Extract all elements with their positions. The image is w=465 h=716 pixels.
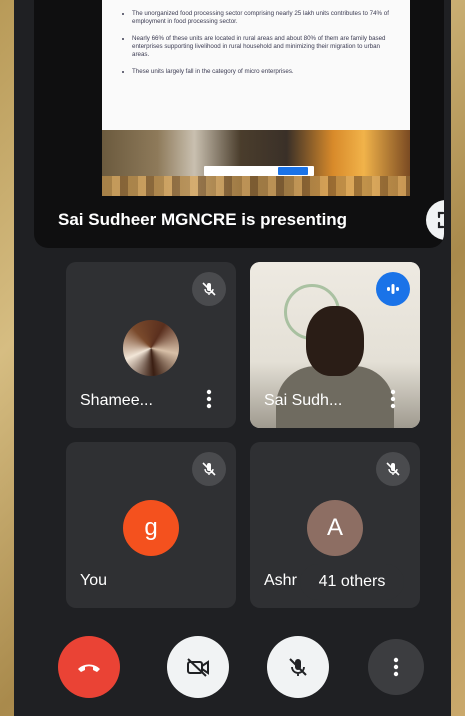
others-count-pill[interactable]: 41 others: [300, 564, 404, 600]
avatar-initial: A: [326, 514, 343, 541]
end-call-button[interactable]: [58, 636, 120, 698]
participant-tile[interactable]: g You: [66, 442, 236, 608]
mic-off-icon: [202, 462, 216, 476]
more-options-button[interactable]: [204, 388, 214, 410]
more-options-button[interactable]: [368, 639, 424, 695]
mic-off-icon: [386, 462, 400, 476]
slide-photo-band: [102, 176, 410, 196]
participant-name: Sai Sudh...: [264, 392, 343, 409]
slide-bullet-list: The unorganized food processing sector c…: [102, 10, 410, 76]
fullscreen-button[interactable]: [426, 200, 444, 240]
participant-name: Ashr: [264, 572, 297, 589]
participant-tile[interactable]: Shamee...: [66, 262, 236, 428]
presentation-slide: The unorganized food processing sector c…: [102, 0, 410, 196]
slide-bullet: The unorganized food processing sector c…: [132, 10, 396, 26]
avatar: [123, 320, 179, 376]
participant-name: Shamee...: [80, 392, 153, 409]
more-options-button[interactable]: [388, 388, 398, 410]
avatar: g: [123, 500, 179, 556]
more-vert-icon: [393, 657, 399, 677]
hang-up-icon: [78, 664, 100, 672]
avatar-initial: g: [144, 514, 158, 541]
participant-name: You: [80, 572, 107, 589]
slide-bullet: These units largely fall in the category…: [132, 68, 396, 76]
speaking-indicator: [376, 272, 410, 306]
slide-embedded-button: [278, 167, 308, 175]
presenting-label: Sai Sudheer MGNCRE is presenting: [58, 210, 348, 229]
video-person-head: [306, 306, 364, 376]
slide-photo-strip: [102, 130, 410, 196]
meet-window: The unorganized food processing sector c…: [14, 0, 451, 716]
avatar: A: [307, 500, 363, 556]
presentation-area[interactable]: The unorganized food processing sector c…: [34, 0, 444, 248]
audio-level-icon: [387, 284, 399, 294]
mute-indicator: [192, 452, 226, 486]
mute-indicator: [376, 452, 410, 486]
more-vert-icon: [206, 389, 212, 409]
camera-off-icon: [187, 658, 209, 677]
mic-off-icon: [202, 282, 216, 296]
fullscreen-icon: [437, 211, 444, 229]
camera-toggle-button[interactable]: [167, 636, 229, 698]
slide-bullet: Nearly 66% of these units are located in…: [132, 35, 396, 59]
mute-indicator: [192, 272, 226, 306]
participant-tile[interactable]: Sai Sudh...: [250, 262, 420, 428]
more-vert-icon: [390, 389, 396, 409]
mic-off-icon: [289, 658, 307, 676]
mic-toggle-button[interactable]: [267, 636, 329, 698]
